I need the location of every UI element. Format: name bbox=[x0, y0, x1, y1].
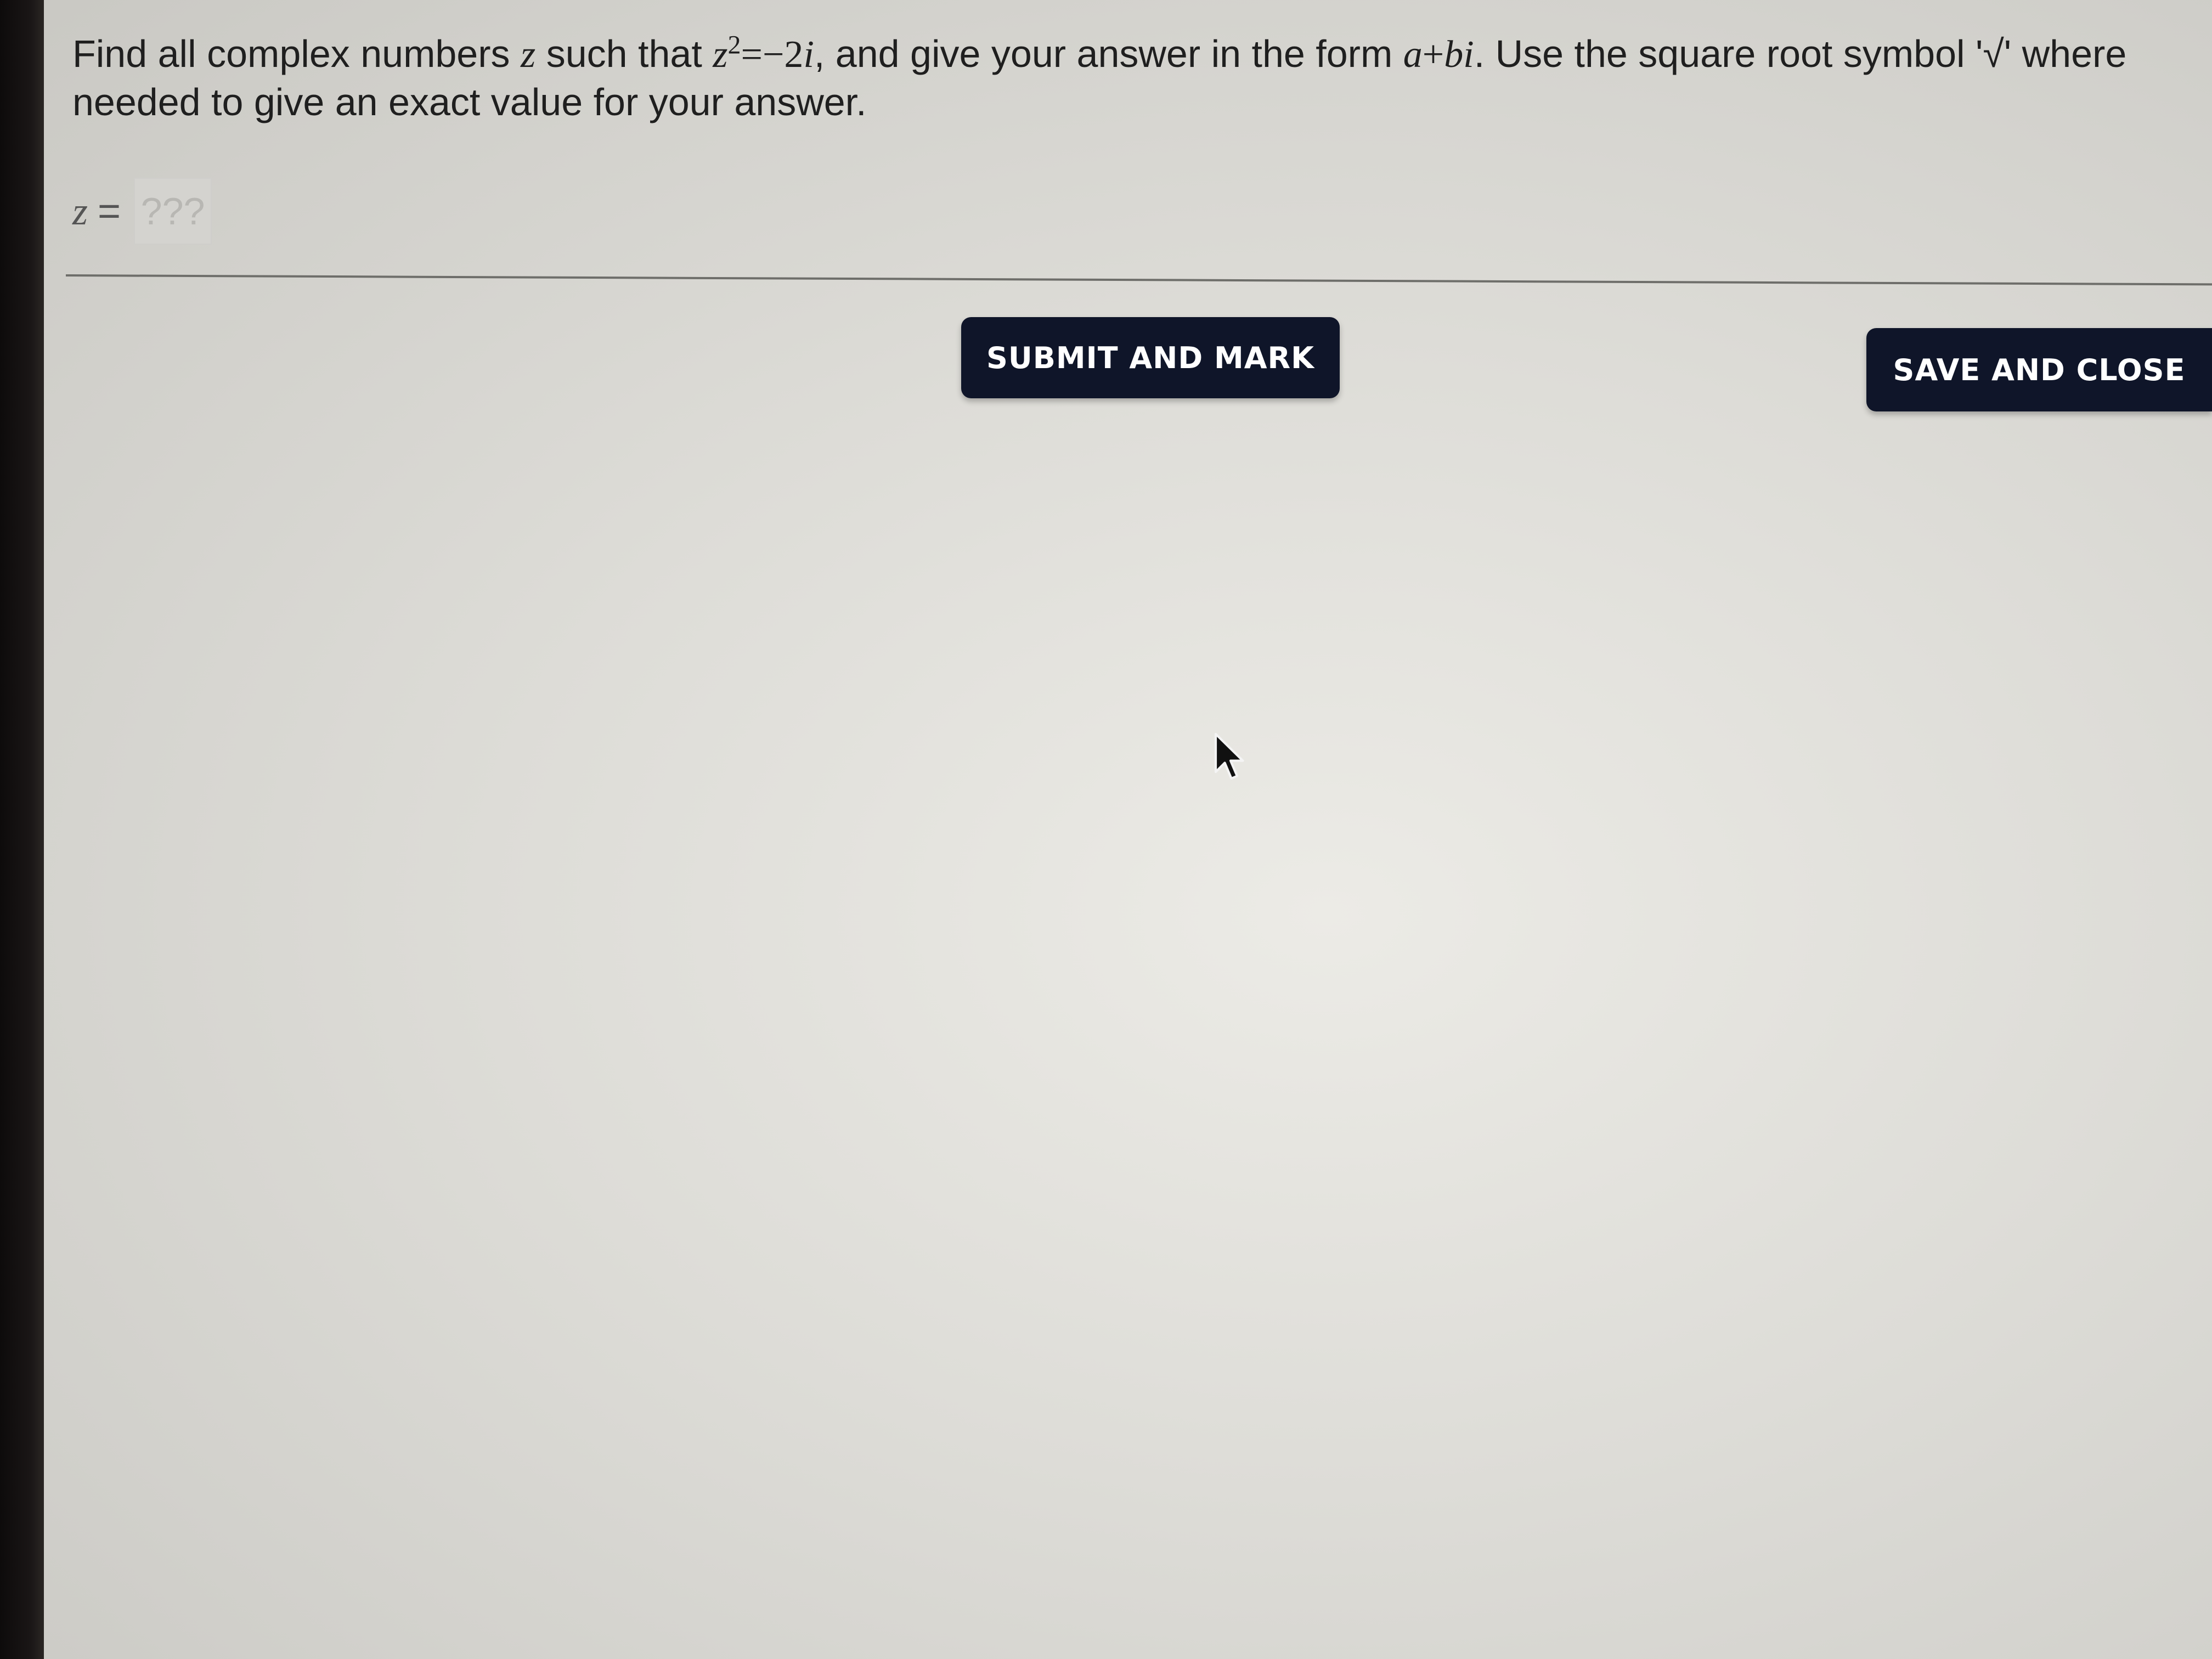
equation-exponent: 2 bbox=[727, 30, 741, 60]
question-page: Find all complex numbers z such that z2=… bbox=[44, 0, 2212, 1659]
question-part2: such that bbox=[535, 32, 713, 75]
equation-z: z bbox=[713, 33, 728, 76]
equation-rhs: =−2 bbox=[741, 33, 804, 76]
screen-bezel bbox=[0, 0, 44, 1659]
answer-label: z bbox=[72, 189, 88, 233]
answer-input[interactable] bbox=[134, 178, 212, 245]
submit-and-mark-button[interactable]: SUBMIT AND MARK bbox=[961, 317, 1340, 398]
arrow-cursor-icon bbox=[1214, 732, 1244, 780]
answer-row: z = bbox=[72, 176, 212, 247]
form-a: a bbox=[1403, 33, 1423, 76]
form-bi: bi bbox=[1444, 33, 1474, 76]
question-text: Find all complex numbers z such that z2=… bbox=[72, 30, 2168, 126]
answer-equals: = bbox=[98, 189, 121, 233]
equation-i: i bbox=[803, 33, 814, 76]
question-var-z: z bbox=[521, 33, 536, 76]
question-part1: Find all complex numbers bbox=[72, 32, 521, 75]
question-part3: , and give your answer in the form bbox=[814, 32, 1403, 75]
save-and-close-button[interactable]: SAVE AND CLOSE bbox=[1866, 328, 2212, 411]
form-plus: + bbox=[1422, 33, 1444, 76]
divider bbox=[65, 274, 2212, 286]
